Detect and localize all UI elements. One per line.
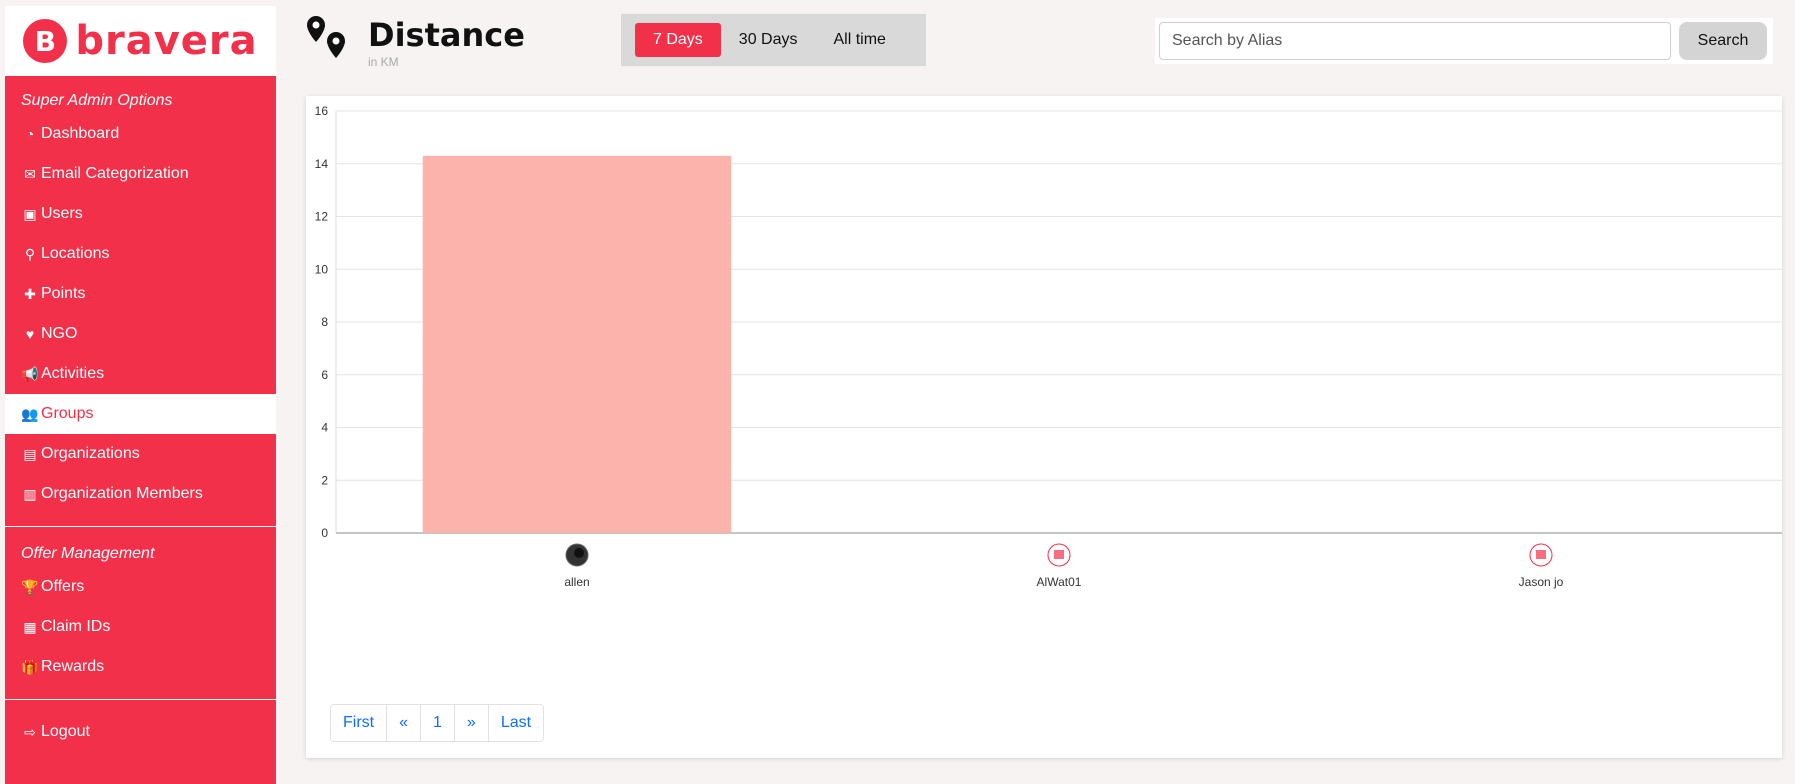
sidebar-item-label: Dashboard: [41, 125, 120, 142]
sidebar-item-offers[interactable]: 🏆 Offers: [5, 567, 276, 607]
range-button-all-time[interactable]: All time: [816, 23, 904, 57]
megaphone-icon: 📢: [21, 366, 39, 382]
sidebar-item-label: Organization Members: [41, 485, 203, 502]
x-category-label: AlWat01: [1037, 575, 1082, 589]
sidebar-item-users[interactable]: ▣ Users: [5, 194, 276, 234]
gift-icon: 🎁: [21, 659, 39, 675]
sidebar-item-activities[interactable]: 📢 Activities: [5, 354, 276, 394]
sidebar-item-ngo[interactable]: ♥ NGO: [5, 314, 276, 354]
id-badge-icon: ▥: [23, 486, 37, 502]
qrcode-icon: ▦: [23, 619, 37, 635]
sidebar-item-label: Offers: [41, 578, 85, 595]
x-category-label: Jason jo: [1519, 575, 1564, 589]
page-number-link[interactable]: 1: [420, 705, 454, 741]
building-icon: ▤: [23, 446, 37, 462]
page-last-link[interactable]: Last: [487, 705, 544, 741]
user-card-icon: ▣: [23, 206, 37, 222]
sidebar-item-points[interactable]: ✚ Points: [5, 274, 276, 314]
sidebar-item-label: Rewards: [41, 658, 105, 675]
logout-label: Logout: [41, 723, 90, 740]
section-title-offers: Offer Management: [21, 545, 155, 562]
sidebar-item-label: Points: [41, 285, 86, 302]
page-prev-link[interactable]: «: [386, 705, 421, 741]
date-range-selector: 7 Days 30 Days All time: [621, 14, 926, 66]
envelope-icon: ✉: [24, 166, 36, 182]
chart-card: 0 2 4 6 8 10 12 14 16 allen AlWat01 Jason jo First «…: [306, 96, 1782, 758]
y-tick-label: 2: [321, 473, 328, 487]
y-tick-label: 4: [321, 421, 328, 435]
map-pin-icon: ⚲: [24, 246, 36, 262]
section-title-admin: Super Admin Options: [21, 92, 173, 109]
y-tick-label: 0: [321, 526, 328, 540]
user-avatar: [1047, 543, 1071, 567]
sidebar-item-label: Locations: [41, 245, 110, 262]
user-avatar: [565, 543, 589, 567]
users-group-icon: 👥: [21, 406, 39, 422]
search-bar: Search: [1155, 18, 1773, 64]
sidebar-item-label: Organizations: [41, 445, 140, 462]
page-first-link[interactable]: First: [331, 705, 387, 741]
x-category-label: allen: [564, 575, 589, 589]
y-tick-label: 10: [315, 262, 329, 276]
pagination: First «1» Last: [330, 704, 545, 742]
plus-icon: ✚: [24, 286, 36, 302]
sidebar-item-label: Email Categorization: [41, 165, 189, 182]
search-button[interactable]: Search: [1679, 22, 1767, 60]
trophy-icon: 🏆: [21, 579, 39, 595]
sidebar-item-label: NGO: [41, 325, 78, 342]
sidebar-item-claim-ids[interactable]: ▦ Claim IDs: [5, 607, 276, 647]
sidebar-item-groups[interactable]: 👥 Groups: [5, 394, 276, 434]
sidebar-item-dashboard[interactable]: ◔ Dashboard: [5, 114, 276, 154]
page-subtitle: in KM: [368, 55, 399, 69]
sidebar-item-label: Claim IDs: [41, 618, 111, 635]
map-pins-icon: [307, 16, 345, 58]
sidebar-item-label: Users: [41, 205, 83, 222]
sidebar-item-email-categorization[interactable]: ✉ Email Categorization: [5, 154, 276, 194]
sidebar-item-label: Groups: [41, 405, 94, 422]
sidebar-item-locations[interactable]: ⚲ Locations: [5, 234, 276, 274]
brand-mark-icon: B: [23, 19, 68, 63]
search-input[interactable]: [1159, 22, 1671, 60]
dashboard-icon: ◔: [25, 126, 35, 142]
bar[interactable]: [422, 155, 732, 533]
sidebar-item-organizations[interactable]: ▤ Organizations: [5, 434, 276, 474]
page-next-link[interactable]: »: [453, 705, 488, 741]
y-tick-label: 8: [321, 315, 328, 329]
heart-icon: ♥: [25, 326, 35, 342]
sign-out-icon: ⇨: [24, 724, 36, 740]
sidebar: B bravera Super Admin Options ◔ Dashboard…: [5, 6, 276, 784]
y-tick-label: 14: [315, 157, 329, 171]
distance-bar-chart: 0 2 4 6 8 10 12 14 16 allen AlWat01 Jason jo: [315, 104, 1782, 589]
sidebar-item-rewards[interactable]: 🎁 Rewards: [5, 647, 276, 687]
user-avatar: [1529, 543, 1553, 567]
page-title: Distance: [368, 16, 525, 54]
range-button-7-days[interactable]: 7 Days: [635, 23, 721, 57]
sidebar-item-label: Activities: [41, 365, 105, 382]
brand-name: bravera: [75, 18, 258, 64]
logout-link[interactable]: ⇨ Logout: [5, 712, 276, 752]
y-tick-label: 16: [315, 104, 329, 118]
brand-logo[interactable]: B bravera: [5, 6, 276, 76]
y-tick-label: 12: [315, 210, 329, 224]
y-tick-label: 6: [321, 368, 328, 382]
sidebar-item-organization-members[interactable]: ▥ Organization Members: [5, 474, 276, 514]
range-button-30-days[interactable]: 30 Days: [721, 23, 816, 57]
